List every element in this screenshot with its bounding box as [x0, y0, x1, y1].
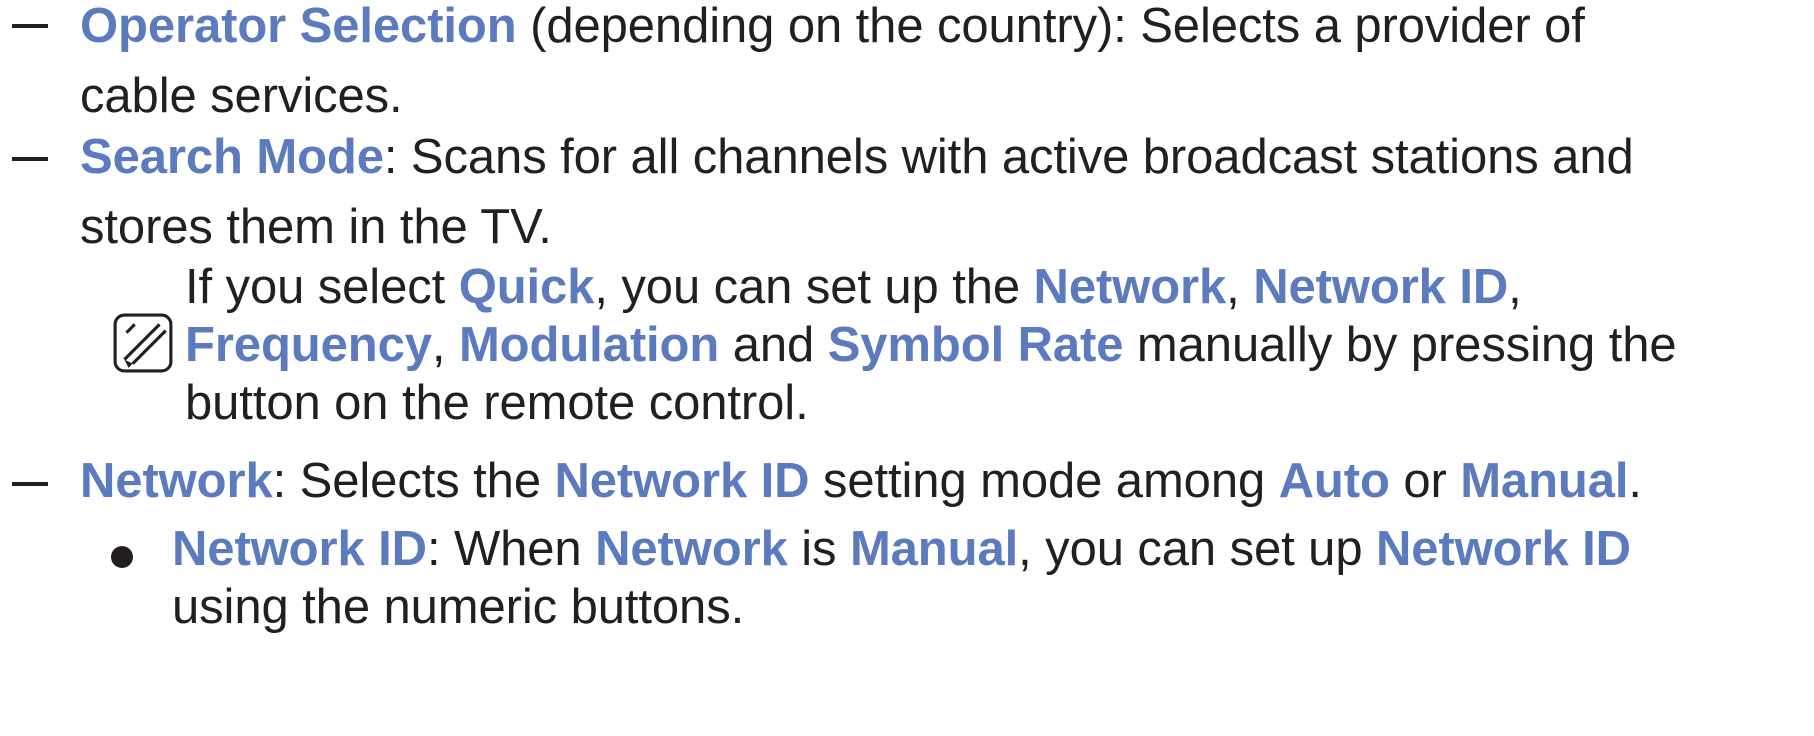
- item-text: using the numeric buttons.: [172, 580, 745, 634]
- term-operator-selection: Operator Selection: [80, 0, 517, 53]
- note-pencil-icon: [113, 313, 173, 373]
- item-text: .: [1628, 454, 1642, 508]
- term-search-mode: Search Mode: [80, 130, 384, 184]
- item-text: cable services.: [80, 69, 403, 123]
- item-text: stores them in the TV.: [80, 200, 552, 254]
- note-text: and: [719, 318, 828, 372]
- term-network: Network: [1033, 260, 1227, 314]
- note-text: button on the remote control.: [185, 376, 809, 430]
- item-operator-selection: Operator Selection (depending on the cou…: [80, 0, 1585, 131]
- item-network: Network: Selects the Network ID setting …: [80, 446, 1642, 516]
- note-text: If you select: [185, 260, 459, 314]
- item-text: : Scans for all channels with active bro…: [383, 130, 1634, 184]
- item-text: setting mode among: [809, 454, 1279, 508]
- term-network-id: Network ID: [554, 454, 810, 508]
- round-bullet-network-id: [111, 546, 133, 568]
- item-text: , you can set up: [1018, 522, 1376, 576]
- dash-bullet-search-mode: [12, 157, 48, 161]
- term-network: Network: [80, 454, 273, 508]
- item-line: Operator Selection (depending on the cou…: [80, 0, 1585, 61]
- note-text: manually by pressing the: [1123, 318, 1677, 372]
- item-line: Search Mode: Scans for all channels with…: [80, 122, 1634, 192]
- item-line: Network ID: When Network is Manual, you …: [172, 520, 1631, 578]
- term-quick: Quick: [458, 260, 595, 314]
- item-text: : Selects the: [272, 454, 555, 508]
- term-manual: Manual: [849, 522, 1019, 576]
- item-search-mode: Search Mode: Scans for all channels with…: [80, 122, 1634, 262]
- term-modulation: Modulation: [458, 318, 720, 372]
- term-frequency: Frequency: [185, 318, 432, 372]
- note-line: button on the remote control.: [185, 374, 1677, 432]
- item-line: Network: Selects the Network ID setting …: [80, 446, 1642, 516]
- note-block: If you select Quick, you can set up the …: [185, 258, 1677, 432]
- note-line: Frequency, Modulation and Symbol Rate ma…: [185, 316, 1677, 374]
- note-text: ,: [1226, 260, 1254, 314]
- item-text: or: [1389, 454, 1461, 508]
- term-network-id: Network ID: [1376, 522, 1631, 576]
- item-network-id: Network ID: When Network is Manual, you …: [172, 520, 1631, 636]
- note-text: ,: [1508, 260, 1522, 314]
- term-network-id: Network ID: [172, 522, 427, 576]
- note-line: If you select Quick, you can set up the …: [185, 258, 1677, 316]
- item-line: stores them in the TV.: [80, 192, 1634, 262]
- dash-bullet-operator: [12, 24, 48, 28]
- term-manual: Manual: [1460, 454, 1629, 508]
- item-text: (depending on the country): Selects a pr…: [516, 0, 1585, 53]
- item-text: is: [787, 522, 850, 576]
- term-auto: Auto: [1278, 454, 1390, 508]
- item-line: using the numeric buttons.: [172, 578, 1631, 636]
- note-text: , you can set up the: [594, 260, 1034, 314]
- term-symbol-rate: Symbol Rate: [827, 318, 1124, 372]
- term-network: Network: [595, 522, 788, 576]
- note-text: ,: [431, 318, 459, 372]
- item-text: : When: [426, 522, 596, 576]
- dash-bullet-network: [12, 482, 48, 486]
- item-line: cable services.: [80, 61, 1585, 131]
- term-network-id: Network ID: [1253, 260, 1509, 314]
